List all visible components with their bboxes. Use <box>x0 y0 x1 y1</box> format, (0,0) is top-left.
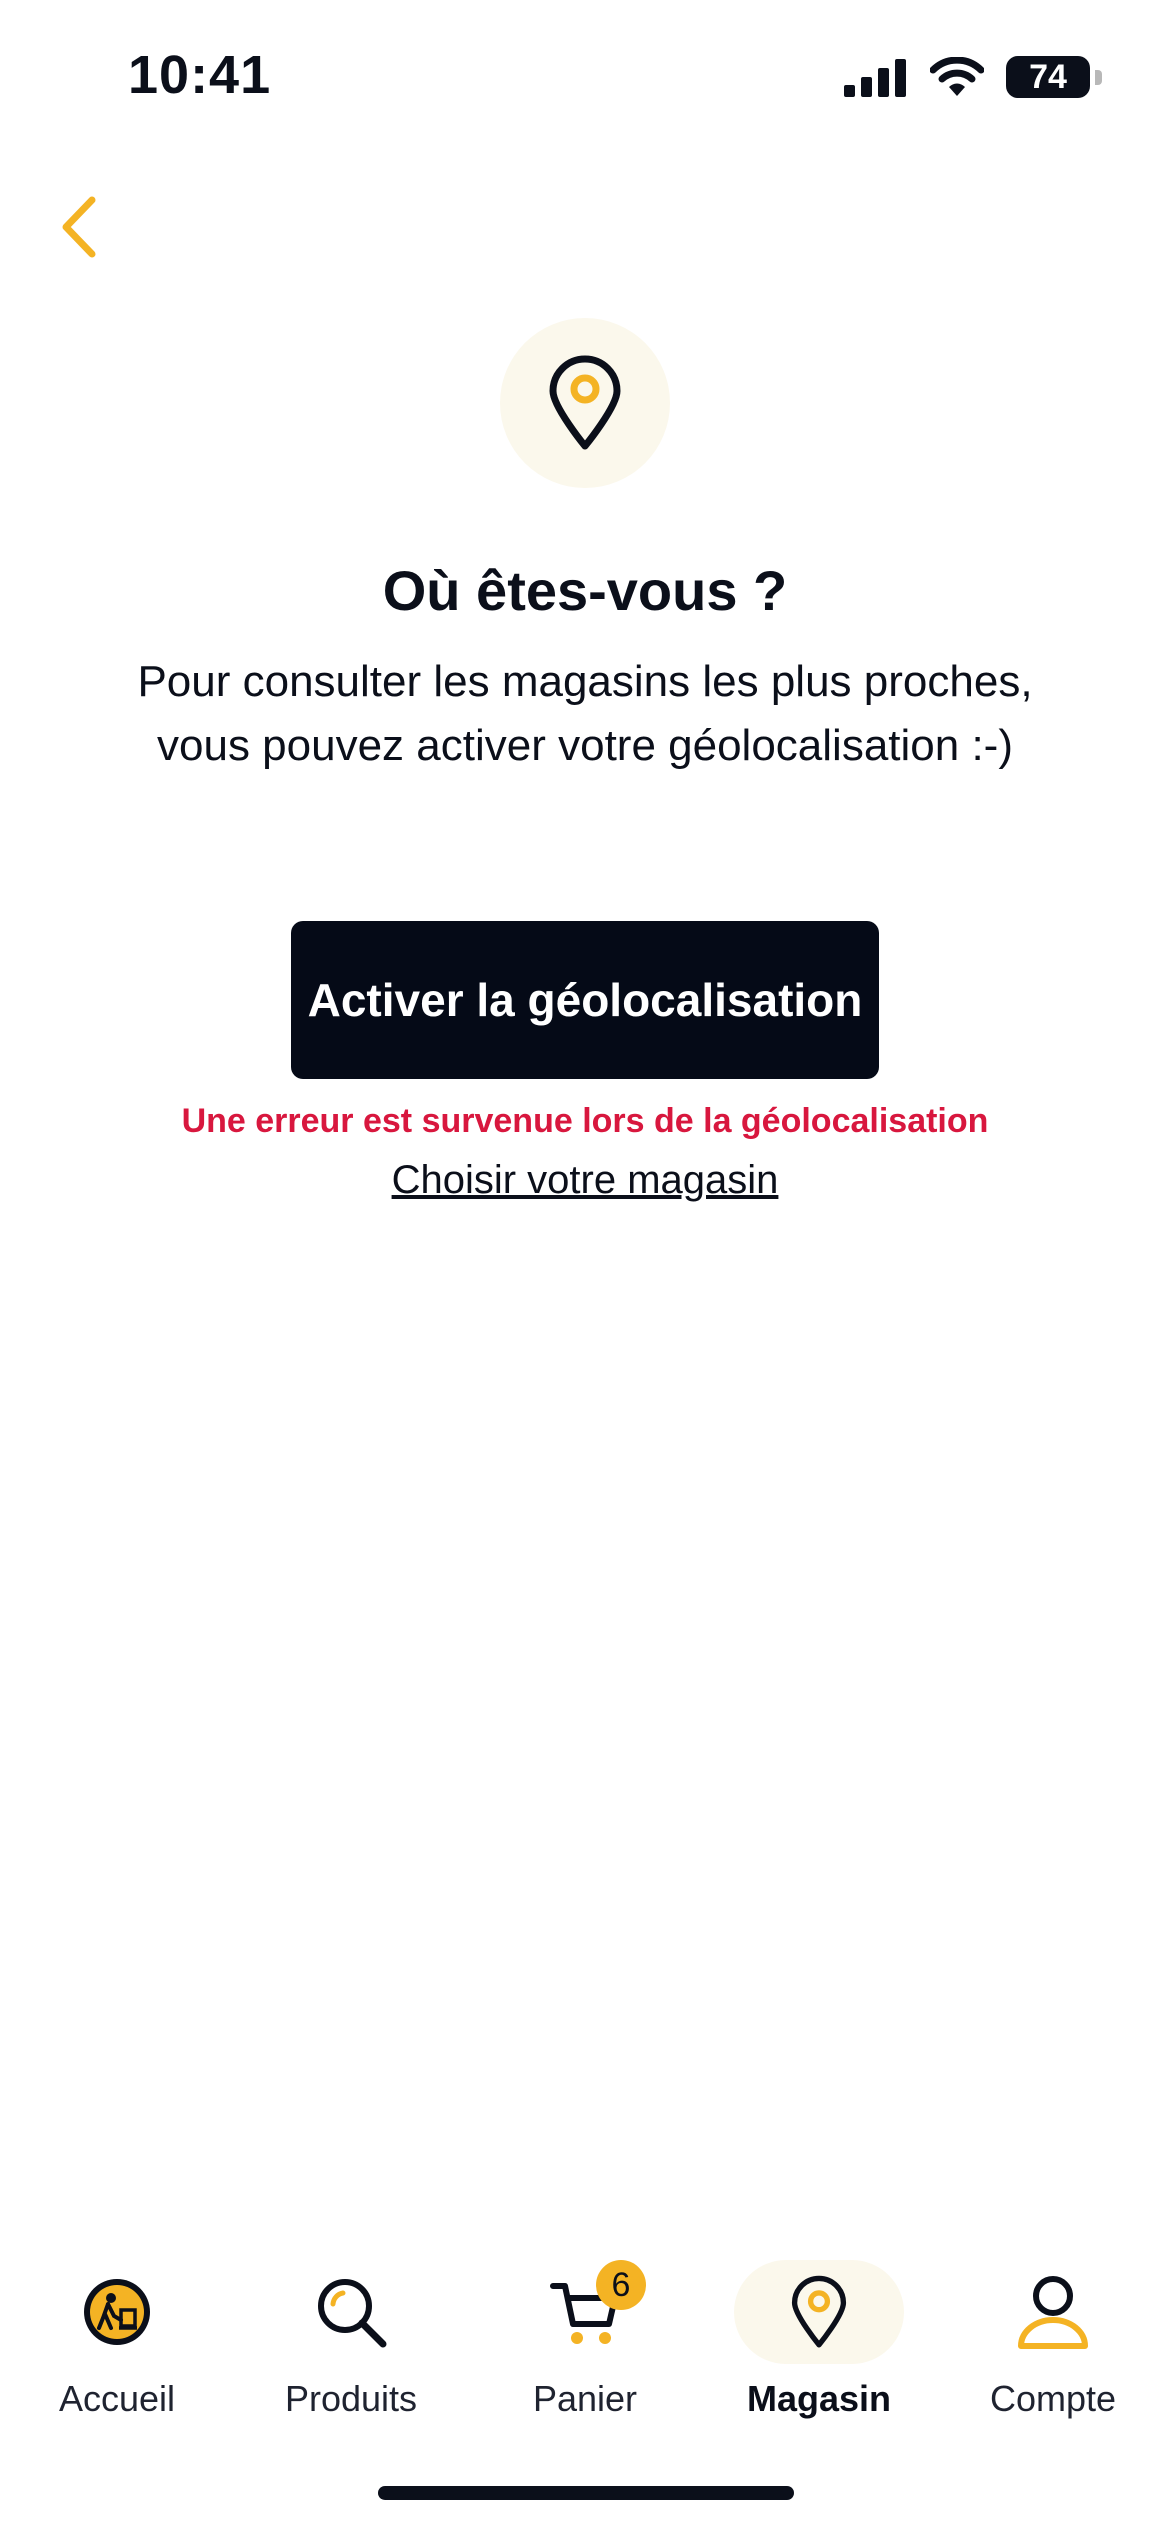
page-subtitle: Pour consulter les magasins les plus pro… <box>80 650 1090 778</box>
tab-label-active: Magasin <box>746 2378 892 2419</box>
cellular-signal-icon <box>844 59 906 97</box>
screen: 10:41 74 Où êtes-vous ? Pour consulter l… <box>0 0 1170 2532</box>
subtitle-line-2: vous pouvez activer votre géolocalisatio… <box>157 721 1013 770</box>
user-icon <box>1018 2276 1088 2349</box>
battery-icon: 74 <box>1006 56 1102 98</box>
wifi-icon <box>930 57 984 96</box>
tab-panier[interactable]: 6 Panier <box>468 2240 702 2440</box>
tab-icon-wrap <box>32 2260 202 2364</box>
location-pin-icon <box>549 355 621 450</box>
tab-accueil[interactable]: Accueil <box>0 2240 234 2440</box>
status-icons: 74 <box>844 52 1102 102</box>
page-title: Où êtes-vous ? <box>382 559 788 622</box>
hero-location-badge <box>500 318 670 488</box>
tab-icon-wrap <box>968 2260 1138 2364</box>
tab-label: Accueil <box>58 2378 176 2419</box>
search-icon <box>318 2279 387 2348</box>
tab-magasin[interactable]: Magasin <box>702 2240 936 2440</box>
choose-store-link[interactable]: Choisir votre magasin <box>0 1158 1170 1203</box>
tab-label: Panier <box>532 2378 638 2419</box>
battery-cap <box>1095 70 1102 85</box>
tab-icon-wrap-active <box>734 2260 904 2364</box>
tab-icon-wrap: 6 <box>500 2260 670 2364</box>
chevron-left-icon <box>62 196 96 258</box>
tab-label: Compte <box>989 2378 1117 2419</box>
home-logo-icon <box>84 2279 150 2345</box>
back-button[interactable] <box>34 182 124 272</box>
bottom-tab-bar: Accueil Produits 6 Panier Magasin Compte <box>0 2240 1170 2440</box>
tab-label: Produits <box>284 2378 418 2419</box>
tab-produits[interactable]: Produits <box>234 2240 468 2440</box>
home-indicator <box>378 2486 794 2500</box>
status-time: 10:41 <box>128 45 272 105</box>
tab-icon-wrap <box>266 2260 436 2364</box>
enable-geolocation-button[interactable]: Activer la géolocalisation <box>291 921 879 1079</box>
cart-count-badge: 6 <box>596 2260 646 2310</box>
location-pin-icon <box>791 2275 847 2348</box>
battery-level: 74 <box>1029 57 1067 96</box>
geolocation-error-message: Une erreur est survenue lors de la géolo… <box>181 1102 989 1140</box>
subtitle-line-1: Pour consulter les magasins les plus pro… <box>137 657 1033 706</box>
tab-compte[interactable]: Compte <box>936 2240 1170 2440</box>
